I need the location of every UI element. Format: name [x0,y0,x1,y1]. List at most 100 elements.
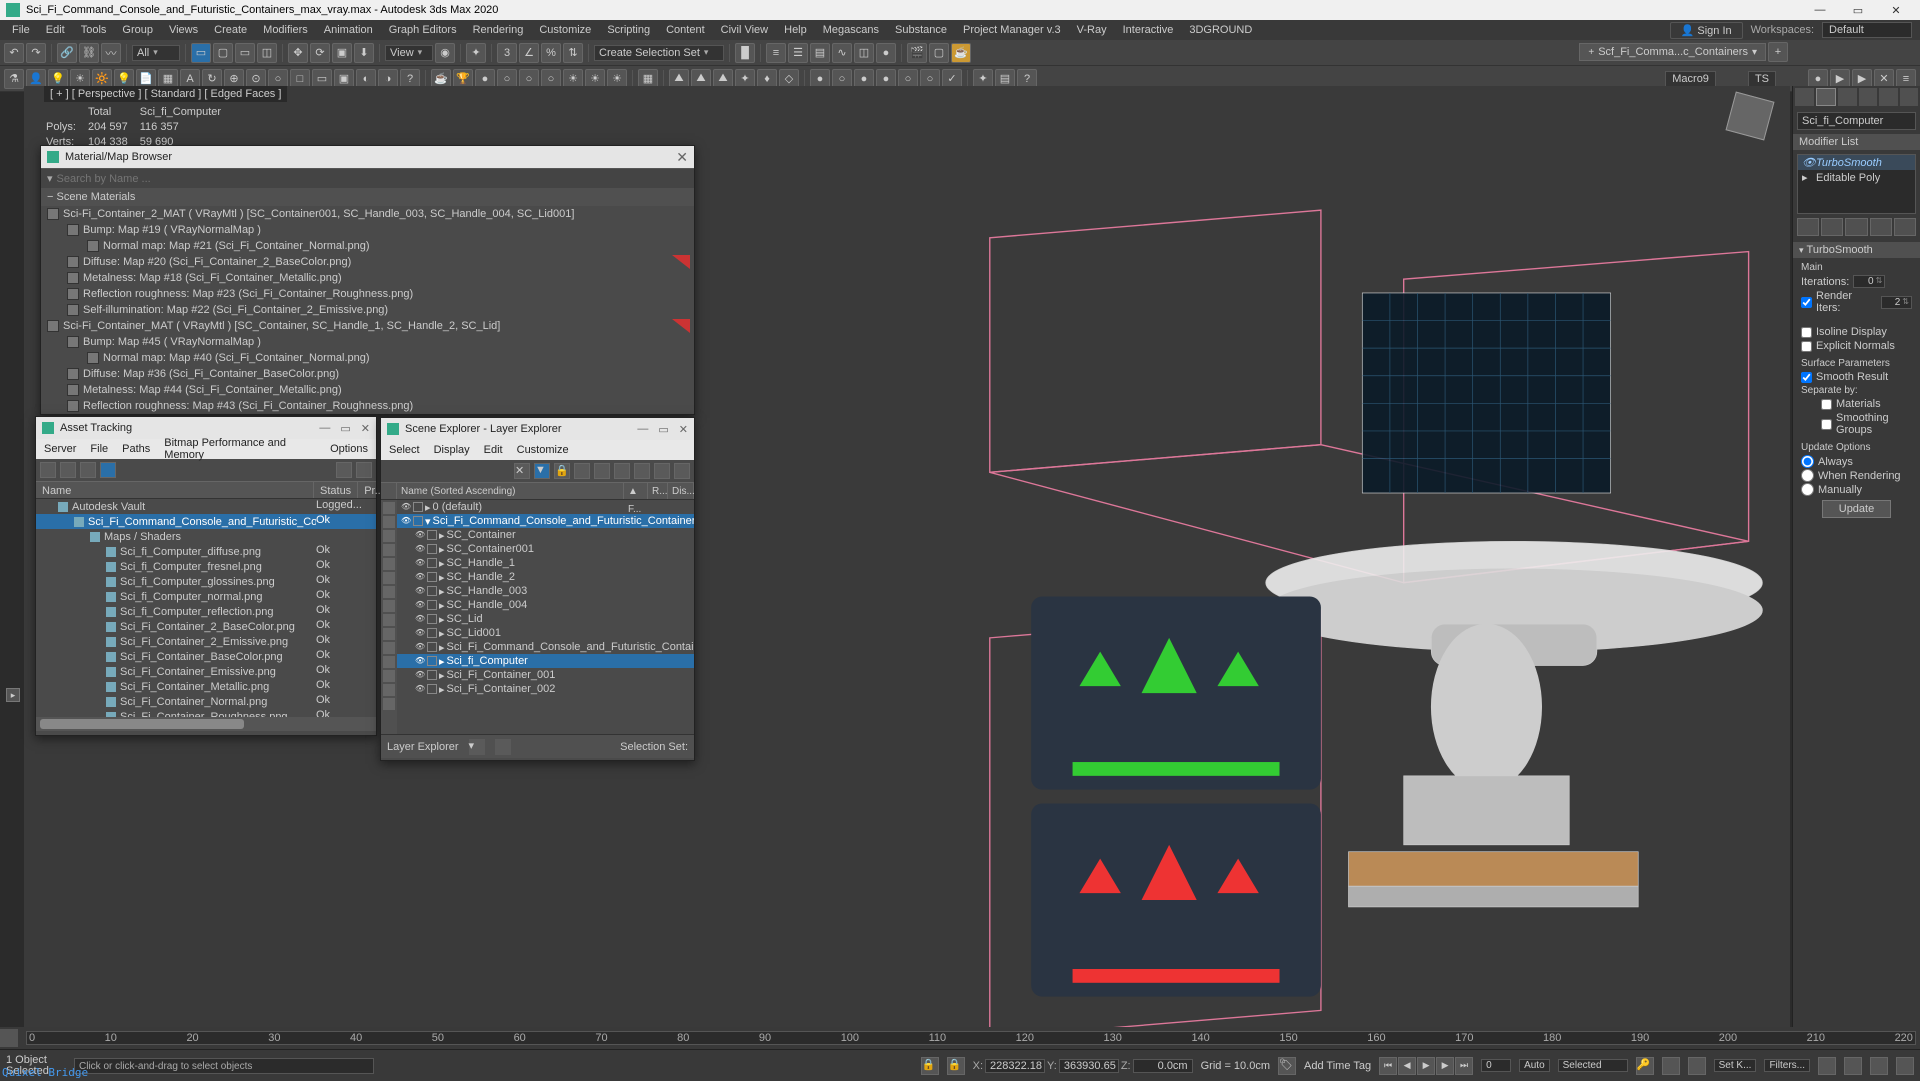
scene-tb-lock-button[interactable]: 🔒 [554,463,570,479]
spinner-snap-button[interactable]: ⇅ [563,43,583,63]
material-tree-row[interactable]: Reflection roughness: Map #43 (Sci_Fi_Co… [41,398,694,414]
scene-mode-dropdown[interactable]: ▾ [469,739,485,755]
scene-filter-icon[interactable] [383,586,395,598]
scene-col-frozen[interactable]: ▲ F... [624,483,648,499]
menu-megascans[interactable]: Megascans [815,20,887,40]
menu-group[interactable]: Group [114,20,161,40]
asset-row[interactable]: Sci_Fi_Command_Console_and_Futuristic_Co… [36,514,376,529]
select-rotate-button[interactable]: ⟳ [310,43,330,63]
material-tree-row[interactable]: Normal map: Map #21 (Sci_Fi_Container_No… [41,238,694,254]
asset-tb-btn[interactable] [80,462,96,478]
menu-help[interactable]: Help [776,20,815,40]
asset-row[interactable]: Sci_Fi_Container_2_Emissive.pngOk [36,634,376,649]
material-browser-close-button[interactable]: ✕ [676,149,688,166]
maximize-button[interactable]: ▭ [1840,0,1876,20]
material-tree-row[interactable]: Metalness: Map #44 (Sci_Fi_Container_Met… [41,382,694,398]
asset-row[interactable]: Autodesk VaultLogged... [36,499,376,514]
asset-row[interactable]: Sci_fi_Computer_diffuse.pngOk [36,544,376,559]
remove-modifier-button[interactable] [1870,218,1892,236]
scene-filter-icon[interactable] [383,670,395,682]
scene-filter-icon[interactable] [383,544,395,556]
render-frame-button[interactable]: ▢ [929,43,949,63]
scene-filter-icon[interactable] [383,642,395,654]
scene-filter-icon[interactable] [383,530,395,542]
scene-filter-icon[interactable] [383,614,395,626]
scene-tree-row[interactable]: 👁▸Sci_Fi_Command_Console_and_Futuristic_… [397,640,694,654]
nav-btn[interactable] [1870,1057,1888,1075]
scene-filter-icon[interactable] [383,516,395,528]
asset-row[interactable]: Sci_Fi_Container_Metallic.pngOk [36,679,376,694]
bind-space-warp-button[interactable]: 〰 [101,43,121,63]
scene-filter-icon[interactable] [383,502,395,514]
close-button[interactable]: ✕ [1878,0,1914,20]
scene-col-render[interactable]: R... [648,483,668,499]
workspace-dropdown[interactable]: Default [1822,22,1912,38]
scene-tree-row[interactable]: 👁▸Sci_Fi_Container_002❄● [397,682,694,696]
scene-menu-edit[interactable]: Edit [484,444,503,456]
scene-tree-row[interactable]: 👁▾Sci_Fi_Command_Console_and_Futuristic_… [397,514,694,528]
sep-materials-checkbox[interactable] [1821,399,1832,410]
asset-tb-btn[interactable] [356,462,372,478]
key-target-dropdown[interactable]: Selected [1558,1059,1628,1072]
menu-substance[interactable]: Substance [887,20,955,40]
material-tree-row[interactable]: Reflection roughness: Map #23 (Sci_Fi_Co… [41,286,694,302]
select-object-button[interactable]: ▭ [191,43,211,63]
motion-tab[interactable] [1859,88,1878,106]
scene-tree-row[interactable]: 👁▸SC_Container001❄● [397,542,694,556]
scene-tree-row[interactable]: 👁▸SC_Handle_003❄● [397,584,694,598]
render-iters-checkbox[interactable] [1801,297,1812,308]
minimize-button[interactable]: — [1802,0,1838,20]
window-crossing-button[interactable]: ◫ [257,43,277,63]
render-button[interactable]: ☕ [951,43,971,63]
undo-button[interactable]: ↶ [4,43,24,63]
scene-tree-row[interactable]: 👁▸Sci_fi_Computer❄● [397,654,694,668]
update-always-radio[interactable] [1801,455,1814,468]
scene-filter-icon[interactable] [383,628,395,640]
material-tree-row[interactable]: Sci-Fi_Container_2_MAT ( VRayMtl ) [SC_C… [41,206,694,222]
use-pivot-center-button[interactable]: ◉ [435,43,455,63]
material-tree-row[interactable]: Bump: Map #19 ( VRayNormalMap ) [41,222,694,238]
time-slider[interactable]: 0102030405060708090100110120130140150160… [0,1027,1920,1049]
update-rendering-radio[interactable] [1801,469,1814,482]
menu-create[interactable]: Create [206,20,255,40]
selection-lock-button[interactable]: 🔒 [947,1057,965,1075]
asset-tb-btn[interactable] [60,462,76,478]
expand-trackbar-button[interactable]: ▸ [6,688,20,702]
coord-x-field[interactable]: 228322.18 [985,1059,1045,1073]
coord-y-field[interactable]: 363930.65 [1059,1059,1119,1073]
menu-tools[interactable]: Tools [73,20,115,40]
snaps-toggle-button[interactable]: 3 [497,43,517,63]
pin-stack-button[interactable] [1797,218,1819,236]
scene-filter-icon[interactable] [383,558,395,570]
scene-minimize-button[interactable]: — [637,423,648,436]
asset-row[interactable]: Sci_Fi_Container_2_BaseColor.pngOk [36,619,376,634]
scene-footer-btn[interactable] [495,739,511,755]
menu-content[interactable]: Content [658,20,713,40]
menu-civil-view[interactable]: Civil View [713,20,776,40]
material-editor-button[interactable]: ● [876,43,896,63]
modifier-stack[interactable]: 👁TurboSmooth ▸Editable Poly [1797,154,1916,214]
object-name-field[interactable]: Sci_fi_Computer [1797,112,1916,130]
menu-project-manager-v-3[interactable]: Project Manager v.3 [955,20,1069,40]
material-search-input[interactable] [57,173,688,185]
mirror-button[interactable]: ▐▌ [735,43,755,63]
material-tree-row[interactable]: Sci-Fi_Container_MAT ( VRayMtl ) [SC_Con… [41,318,694,334]
scene-tb-btn[interactable] [594,463,610,479]
asset-row[interactable]: Sci_Fi_Container_Normal.pngOk [36,694,376,709]
scene-filter-icon[interactable] [383,600,395,612]
scene-tb-btn[interactable] [634,463,650,479]
menu-graph-editors[interactable]: Graph Editors [381,20,465,40]
iterations-spinner[interactable] [1853,275,1885,288]
toggle-layer-button[interactable]: ☰ [788,43,808,63]
timeline-expand-button[interactable] [0,1029,18,1047]
material-tree-row[interactable]: Bump: Map #45 ( VRayNormalMap ) [41,334,694,350]
scene-menu-select[interactable]: Select [389,444,420,456]
select-by-name-button[interactable]: ▢ [213,43,233,63]
scene-maximize-button[interactable]: ▭ [658,423,668,436]
scene-tab[interactable]: + Scf_Fi_Comma...c_Containers ▾ [1579,43,1766,61]
set-key-button[interactable]: Set K... [1714,1059,1757,1072]
asset-row[interactable]: Sci_Fi_Container_Emissive.pngOk [36,664,376,679]
modifier-list-dropdown[interactable]: Modifier List [1793,134,1920,150]
asset-tree[interactable]: Autodesk VaultLogged...Sci_Fi_Command_Co… [36,499,376,717]
menu-edit[interactable]: Edit [38,20,73,40]
